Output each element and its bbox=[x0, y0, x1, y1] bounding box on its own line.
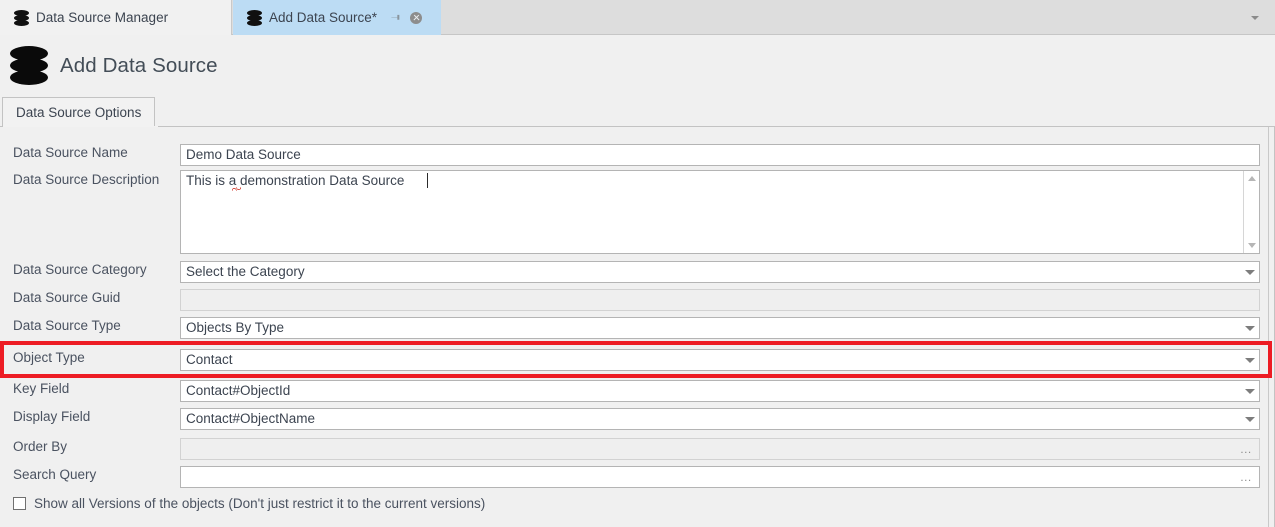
label-data-source-guid: Data Source Guid bbox=[13, 290, 121, 305]
tab-label: Add Data Source* bbox=[269, 10, 378, 25]
tab-label: Data Source Manager bbox=[36, 10, 169, 25]
field-value: This is a demonstration Data Source bbox=[186, 173, 405, 188]
text-cursor bbox=[427, 173, 428, 188]
label-data-source-name: Data Source Name bbox=[13, 145, 128, 160]
chevron-down-icon bbox=[1245, 389, 1255, 394]
field-value: Demo Data Source bbox=[186, 147, 301, 162]
field-value: Objects By Type bbox=[186, 320, 285, 335]
textarea-scrollbar[interactable] bbox=[1243, 171, 1259, 253]
dropdown-key-field[interactable]: Contact#ObjectId bbox=[180, 380, 1260, 402]
chevron-down-icon bbox=[1251, 15, 1259, 20]
input-data-source-name[interactable]: Demo Data Source bbox=[180, 144, 1260, 166]
label-key-field: Key Field bbox=[13, 381, 70, 396]
dropdown-display-field[interactable]: Contact#ObjectName bbox=[180, 408, 1260, 430]
label-data-source-type: Data Source Type bbox=[13, 318, 121, 333]
database-icon bbox=[10, 46, 48, 86]
chevron-down-icon bbox=[1245, 270, 1255, 275]
scroll-down-icon[interactable] bbox=[1247, 243, 1256, 248]
add-data-source-window: Data Source Manager Add Data Source* Add… bbox=[0, 0, 1275, 527]
database-icon bbox=[14, 9, 29, 26]
page-header: Add Data Source bbox=[0, 35, 1275, 97]
tab-add-data-source[interactable]: Add Data Source* bbox=[233, 0, 441, 35]
database-icon bbox=[247, 9, 262, 26]
panel-right-border bbox=[1268, 127, 1269, 527]
chevron-down-icon bbox=[1245, 358, 1255, 363]
spellcheck-underline bbox=[232, 187, 241, 191]
checkbox-box[interactable] bbox=[13, 497, 26, 510]
input-data-source-guid bbox=[180, 289, 1260, 311]
label-search-query: Search Query bbox=[13, 467, 97, 482]
checkbox-show-all-versions[interactable]: Show all Versions of the objects (Don't … bbox=[13, 496, 485, 511]
label-data-source-category: Data Source Category bbox=[13, 262, 147, 277]
tab-label: Data Source Options bbox=[16, 105, 142, 120]
tab-controls bbox=[390, 11, 423, 24]
field-value: Contact#ObjectId bbox=[186, 383, 291, 398]
checkbox-label: Show all Versions of the objects (Don't … bbox=[34, 496, 486, 511]
tab-data-source-manager[interactable]: Data Source Manager bbox=[0, 0, 232, 35]
label-display-field: Display Field bbox=[13, 409, 91, 424]
label-data-source-description: Data Source Description bbox=[13, 172, 160, 187]
dropdown-data-source-type[interactable]: Objects By Type bbox=[180, 317, 1260, 339]
field-value: Contact#ObjectName bbox=[186, 411, 316, 426]
ellipsis-icon[interactable]: … bbox=[1240, 471, 1253, 483]
window-tab-bar: Data Source Manager Add Data Source* bbox=[0, 0, 1275, 35]
tab-data-source-options[interactable]: Data Source Options bbox=[2, 97, 156, 127]
ellipsis-icon[interactable]: … bbox=[1240, 443, 1253, 455]
scroll-up-icon[interactable] bbox=[1247, 176, 1256, 181]
label-object-type: Object Type bbox=[13, 350, 85, 365]
field-value: Select the Category bbox=[186, 264, 305, 279]
pin-icon[interactable] bbox=[390, 12, 401, 23]
label-order-by: Order By bbox=[13, 439, 68, 454]
page-title: Add Data Source bbox=[60, 54, 218, 77]
close-icon[interactable] bbox=[410, 11, 423, 24]
field-value: Contact bbox=[186, 352, 233, 367]
input-order-by[interactable]: … bbox=[180, 438, 1260, 460]
dropdown-object-type[interactable]: Contact bbox=[180, 349, 1260, 371]
textarea-data-source-description[interactable]: This is a demonstration Data Source bbox=[180, 170, 1260, 254]
chevron-down-icon bbox=[1245, 417, 1255, 422]
dropdown-data-source-category[interactable]: Select the Category bbox=[180, 261, 1260, 283]
chevron-down-icon bbox=[1245, 326, 1255, 331]
tab-overflow-button[interactable] bbox=[1244, 0, 1266, 35]
content-tab-strip: Data Source Options bbox=[0, 97, 1275, 127]
input-search-query[interactable]: … bbox=[180, 466, 1260, 488]
